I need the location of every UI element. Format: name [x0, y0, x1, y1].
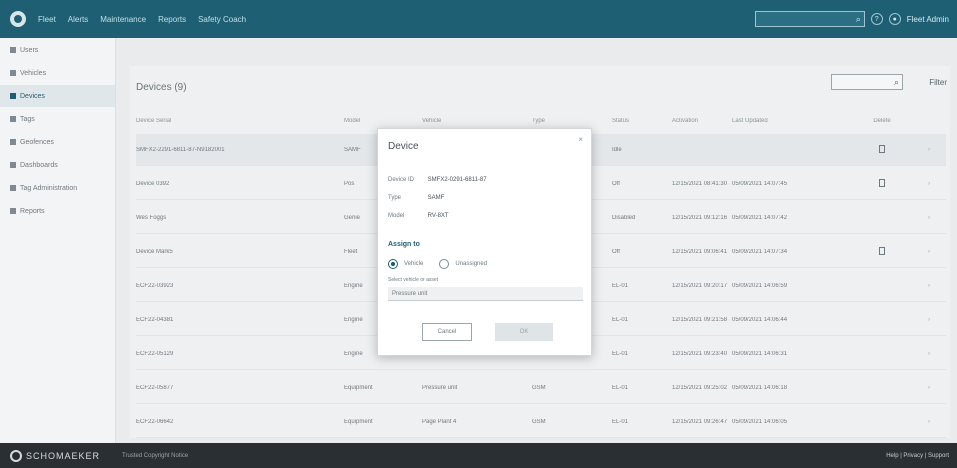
radio-vehicle-label: Vehicle	[404, 261, 424, 267]
device-type-label: Type	[388, 195, 402, 201]
device-id-row: Device ID SMFX2-0291-6811-87	[388, 177, 487, 183]
vehicle-select-field[interactable]: Pressure unit	[388, 287, 583, 301]
device-id-value: SMFX2-0291-6811-87	[427, 177, 487, 183]
device-type-row: Type SAMF	[388, 195, 444, 201]
device-model-value: RV-8XT	[427, 213, 449, 219]
ok-button[interactable]: OK	[495, 323, 553, 341]
assign-to-label: Assign to	[388, 241, 420, 248]
device-dialog: Device × Device ID SMFX2-0291-6811-87 Ty…	[377, 128, 592, 356]
device-id-label: Device ID	[388, 177, 415, 183]
cancel-button[interactable]: Cancel	[422, 323, 472, 341]
radio-vehicle[interactable]	[388, 259, 398, 269]
dialog-title: Device	[388, 141, 419, 152]
assign-radio-group: Vehicle Unassigned	[388, 259, 487, 269]
device-model-row: Model RV-8XT	[388, 213, 449, 219]
vehicle-field-label: Select vehicle or asset	[388, 277, 439, 283]
device-type-value: SAMF	[427, 195, 445, 201]
close-icon[interactable]: ×	[578, 135, 583, 144]
radio-unassigned[interactable]	[439, 259, 450, 269]
device-model-label: Model	[388, 213, 405, 219]
radio-unassigned-label: Unassigned	[455, 261, 488, 267]
